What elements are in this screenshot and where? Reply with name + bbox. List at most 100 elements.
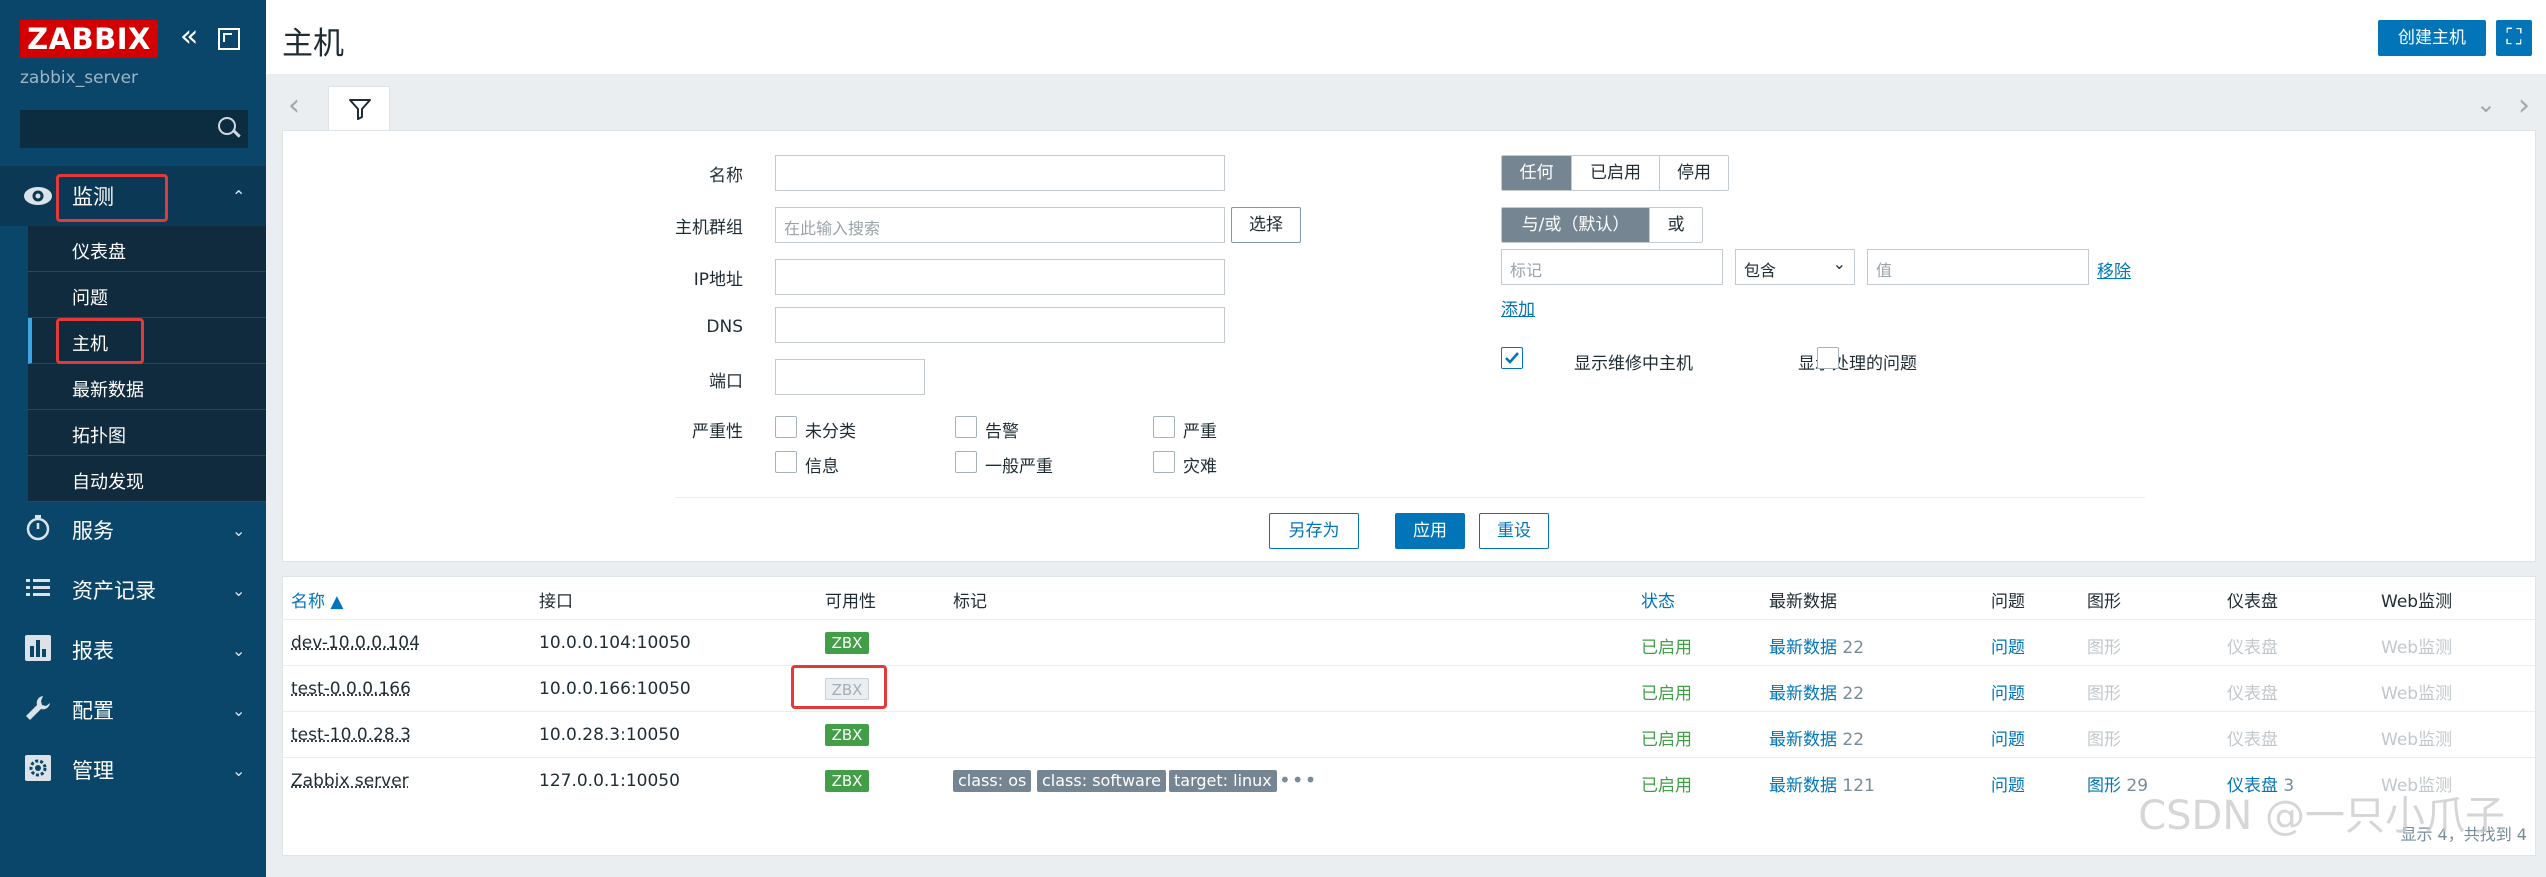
latest-data-label: 最新数据 [1769,684,1837,704]
status-toggle[interactable]: 已启用 [1641,725,1692,750]
col-status-header[interactable]: 状态 [1641,587,1675,612]
tags-or-option[interactable]: 或 [1650,208,1702,242]
show-suppressed-checkbox[interactable] [1817,347,1839,369]
status-disabled-option[interactable]: 停用 [1660,156,1728,190]
col-interface-header: 接口 [539,592,573,612]
dashboards-text: 仪表盘 [2227,638,2278,658]
save-as-button[interactable]: 另存为 [1269,513,1359,549]
menu-inventory-label: 资产记录 [72,579,156,603]
chevron-right-icon[interactable]: › [2518,88,2530,123]
submenu-problems[interactable]: 问题 [28,272,266,318]
select-button[interactable]: 选择 [1231,207,1301,243]
menu-administration[interactable]: 管理 ⌄ [0,740,266,800]
severity-warning-checkbox[interactable] [955,416,977,438]
reset-button[interactable]: 重设 [1479,513,1549,549]
tags-and-or-option[interactable]: 与/或（默认） [1502,208,1650,242]
tag-operator-select[interactable]: 包含 ⌄ [1735,249,1855,285]
tag-badge[interactable]: target: linux [1169,770,1277,792]
menu-services[interactable]: 服务 ⌄ [0,500,266,560]
severity-not-classified-checkbox[interactable] [775,416,797,438]
dns-input[interactable] [775,307,1225,343]
maintenance-checkbox[interactable] [1501,347,1523,369]
host-name-link[interactable]: test-10.0.28.3 [291,725,411,745]
graphs-label: 图形 [2087,776,2121,796]
check-icon [1505,352,1519,364]
latest-data-count: 22 [1842,638,1865,658]
collapse-sidebar-icon[interactable]: « [180,22,208,54]
tag-badge[interactable]: class: os [953,770,1032,792]
col-tags-header: 标记 [953,592,987,612]
host-name-link[interactable]: test-0.0.0.166 [291,679,411,699]
submenu-dashboard-label: 仪表盘 [72,242,126,263]
web-text: Web监测 [2381,684,2453,704]
menu-configuration[interactable]: 配置 ⌄ [0,680,266,740]
create-host-button[interactable]: 创建主机 [2378,20,2486,56]
submenu-latest-data[interactable]: 最新数据 [28,364,266,410]
latest-data-link[interactable]: 最新数据 121 [1769,771,1875,796]
filter-tab[interactable] [328,86,390,130]
more-tags-icon[interactable]: ••• [1279,768,1317,792]
search-icon[interactable] [217,116,241,140]
host-name-link[interactable]: dev-10.0.0.104 [291,633,420,653]
problems-link[interactable]: 问题 [1991,771,2025,796]
status-toggle[interactable]: 已启用 [1641,633,1692,658]
menu-reports-label: 报表 [72,639,114,663]
chevron-left-icon[interactable]: ‹ [288,88,300,123]
zbx-availability-badge[interactable]: ZBX [825,632,869,654]
severity-disaster-checkbox[interactable] [1153,451,1175,473]
host-name-link[interactable]: Zabbix server [291,771,409,791]
col-name-header[interactable]: 名称 ▲ [291,587,343,612]
port-input[interactable] [775,359,925,395]
problems-link[interactable]: 问题 [1991,725,2025,750]
stopwatch-icon [22,514,54,546]
latest-data-link[interactable]: 最新数据 22 [1769,679,1864,704]
tag-name-input[interactable]: 标记 [1501,249,1723,285]
menu-configuration-label: 配置 [72,699,114,723]
severity-high-label: 严重 [1183,422,1217,442]
chevron-down-icon[interactable]: ⌄ [2476,90,2496,118]
tag-operator-value: 包含 [1744,261,1777,280]
chevron-down-icon: ⌄ [232,760,246,780]
severity-information-checkbox[interactable] [775,451,797,473]
sidebar-search-input[interactable] [20,110,248,148]
page-header: 主机 [266,0,2546,74]
dashboards-text: 仪表盘 [2227,730,2278,750]
status-toggle[interactable]: 已启用 [1641,679,1692,704]
problems-link[interactable]: 问题 [1991,679,2025,704]
submenu-dashboard[interactable]: 仪表盘 [28,226,266,272]
add-tag-link[interactable]: 添加 [1501,295,1535,320]
tag-value-input[interactable]: 值 [1867,249,2089,285]
fullscreen-icon[interactable]: ⛶ [2496,20,2532,56]
status-toggle[interactable]: 已启用 [1641,771,1692,796]
severity-high-checkbox[interactable] [1153,416,1175,438]
maintenance-label: 显示维修中主机 [1574,354,1693,374]
zabbix-logo[interactable]: ZABBIX [20,20,158,58]
latest-data-link[interactable]: 最新数据 22 [1769,633,1864,658]
kiosk-mode-icon[interactable] [218,28,240,50]
zbx-availability-badge[interactable]: ZBX [825,724,869,746]
submenu-maps[interactable]: 拓扑图 [28,410,266,456]
ip-input[interactable] [775,259,1225,295]
apply-button[interactable]: 应用 [1395,513,1465,549]
remove-tag-link[interactable]: 移除 [2097,257,2131,282]
tag-badge[interactable]: class: software [1037,770,1166,792]
highlight-box-monitoring [56,174,168,222]
zbx-availability-badge[interactable]: ZBX [825,770,869,792]
severity-average-checkbox[interactable] [955,451,977,473]
bar-chart-icon [22,634,54,666]
status-enabled-option[interactable]: 已启用 [1572,156,1660,190]
submenu-latest-data-label: 最新数据 [72,380,144,401]
menu-services-label: 服务 [72,519,114,543]
menu-reports[interactable]: 报表 ⌄ [0,620,266,680]
problems-link[interactable]: 问题 [1991,633,2025,658]
latest-data-count: 22 [1842,730,1865,750]
menu-inventory[interactable]: 资产记录 ⌄ [0,560,266,620]
name-input[interactable] [775,155,1225,191]
latest-data-link[interactable]: 最新数据 22 [1769,725,1864,750]
chevron-down-icon: ⌄ [1832,254,1846,273]
status-any-option[interactable]: 任何 [1502,156,1572,190]
severity-warning-label: 告警 [985,422,1019,442]
submenu-discovery[interactable]: 自动发现 [28,456,266,502]
hostgroups-input[interactable]: 在此输入搜索 [775,207,1225,243]
graphs-text: 图形 [2087,684,2121,704]
